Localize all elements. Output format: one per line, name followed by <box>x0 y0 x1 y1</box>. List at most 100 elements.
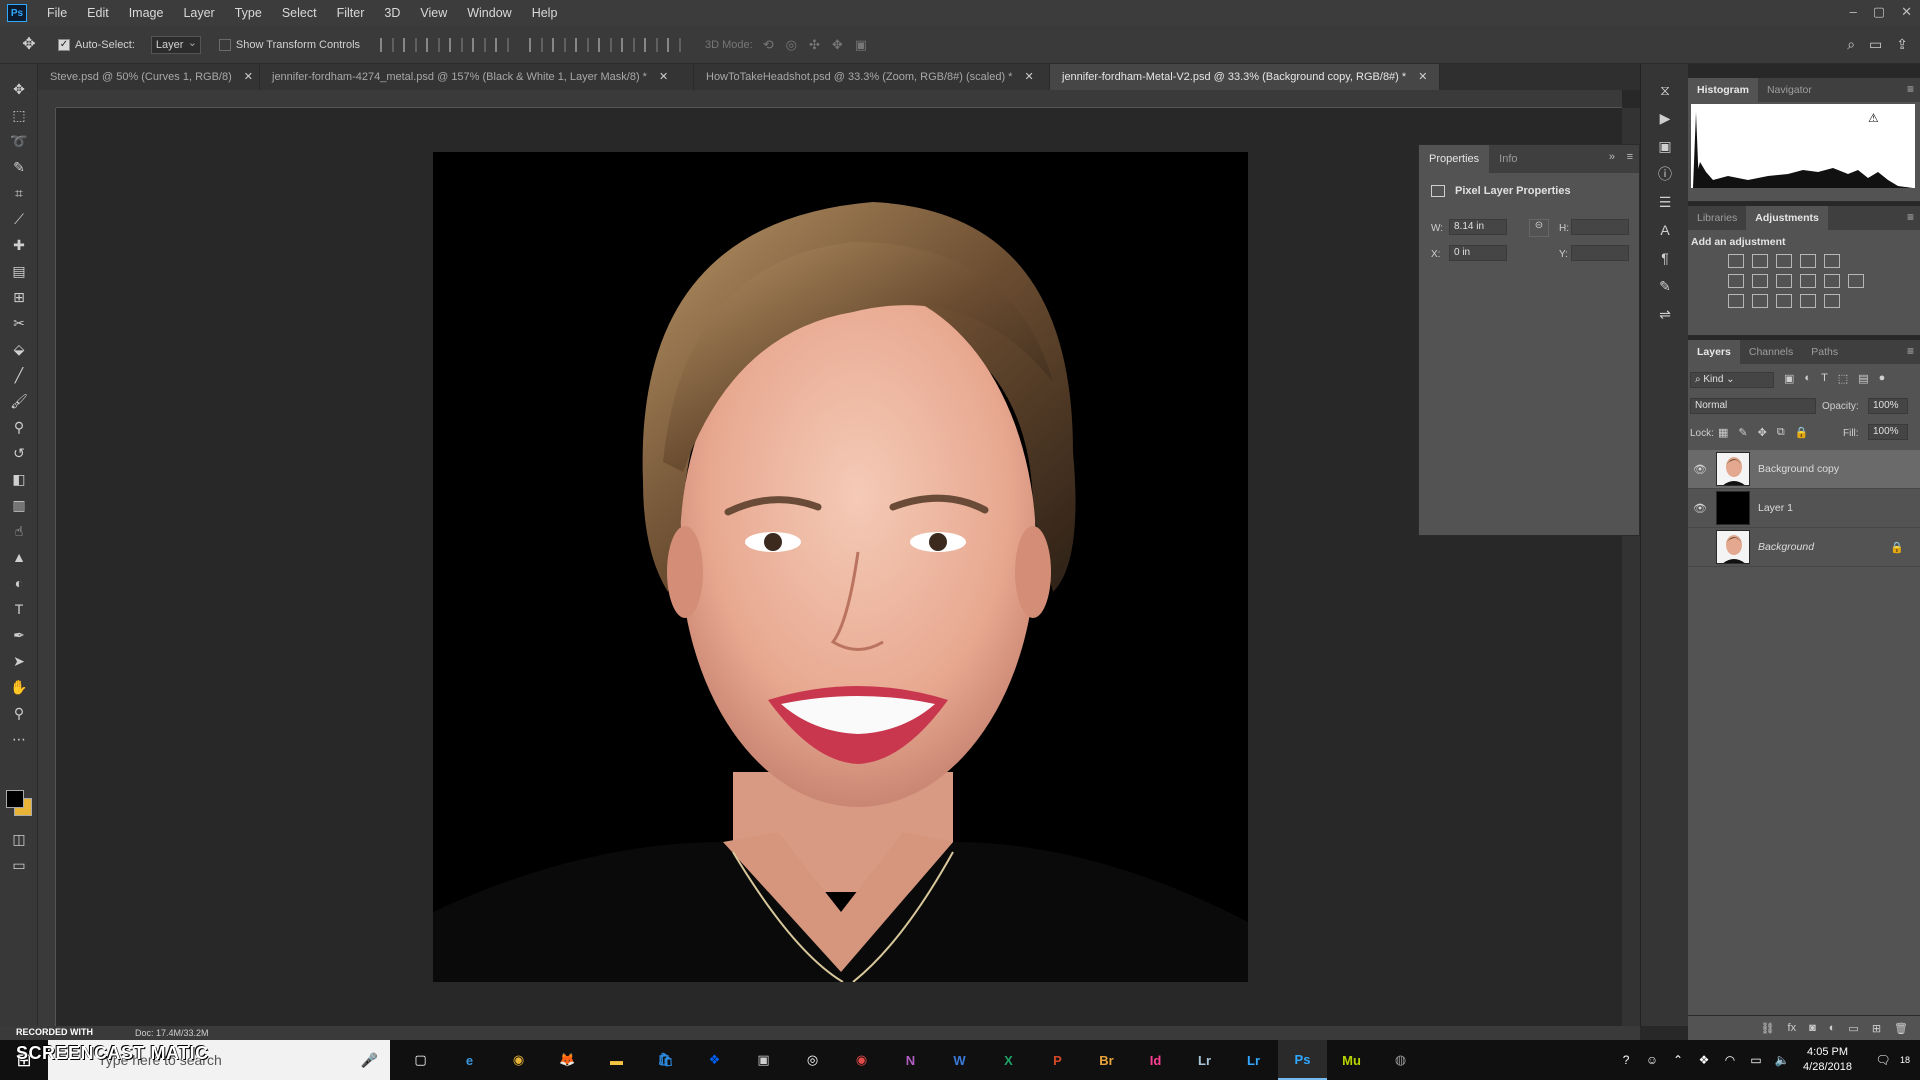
close-tab-icon[interactable]: ✕ <box>244 71 253 83</box>
align-left-icon[interactable] <box>449 37 464 52</box>
tab-jennifer-metal[interactable]: jennifer-fordham-4274_metal.psd @ 157% (… <box>260 64 694 90</box>
slide-3d-icon[interactable]: ✥ <box>832 37 843 53</box>
lightroom-classic-icon[interactable]: Lr <box>1180 1040 1229 1080</box>
quick-mask-icon[interactable]: ◫ <box>0 826 38 852</box>
sharpen-tool-icon[interactable]: ▲ <box>0 544 38 570</box>
curves-icon[interactable] <box>1776 254 1792 268</box>
channel-mixer-icon[interactable] <box>1824 274 1840 288</box>
menu-select[interactable]: Select <box>272 0 327 26</box>
layer-name[interactable]: Layer 1 <box>1758 502 1793 514</box>
powerpoint-icon[interactable]: P <box>1033 1040 1082 1080</box>
menu-file[interactable]: File <box>37 0 77 26</box>
notification-icon[interactable]: 🗨 <box>1866 1053 1900 1067</box>
align-bottom-icon[interactable] <box>426 37 441 52</box>
filter-adjustment-icon[interactable]: ◐ <box>1804 372 1811 385</box>
filter-toggle-icon[interactable]: ● <box>1879 372 1886 385</box>
chevron-up-icon[interactable]: ⌃ <box>1665 1053 1691 1067</box>
align-top-icon[interactable] <box>380 37 395 52</box>
history-icon[interactable]: ⧖ <box>1641 76 1689 104</box>
add-mask-icon[interactable]: ◙ <box>1809 1022 1816 1034</box>
orbit-3d-icon[interactable]: ⟲ <box>763 37 774 53</box>
character-icon[interactable]: A <box>1641 216 1689 244</box>
properties-icon[interactable]: ▣ <box>1641 132 1689 160</box>
x-field[interactable]: 0 in <box>1449 245 1507 261</box>
lock-position-icon[interactable]: ✥ <box>1758 426 1767 439</box>
selective-color-icon[interactable] <box>1800 294 1816 308</box>
microphone-icon[interactable]: 🎤 <box>361 1052 378 1069</box>
brightness-icon[interactable] <box>1728 254 1744 268</box>
layer-filter-kind[interactable]: ⌕ Kind ⌄ <box>1690 372 1774 388</box>
actions-play-icon[interactable]: ▶ <box>1641 104 1689 132</box>
edge-icon[interactable]: e <box>445 1040 494 1080</box>
lightroom-icon[interactable]: Lr <box>1229 1040 1278 1080</box>
clock[interactable]: 4:05 PM 4/28/2018 <box>1803 1045 1852 1075</box>
tab-histogram[interactable]: Histogram <box>1688 78 1758 102</box>
smudge-tool-icon[interactable]: ☝ <box>0 518 38 544</box>
help-icon[interactable]: ? <box>1613 1053 1639 1067</box>
color-lookup-icon[interactable] <box>1848 274 1864 288</box>
foreground-color-swatch[interactable] <box>6 790 24 808</box>
search-icon[interactable]: ⌕ <box>1847 36 1855 53</box>
type-tool-icon[interactable]: T <box>0 596 38 622</box>
lasso-tool-icon[interactable]: ➰ <box>0 128 38 154</box>
close-icon[interactable]: ✕ <box>1901 0 1912 24</box>
posterize-icon[interactable] <box>1752 294 1768 308</box>
hand-tool-icon[interactable]: ✋ <box>0 674 38 700</box>
tab-steve[interactable]: Steve.psd @ 50% (Curves 1, RGB/8) ✕ <box>38 64 260 90</box>
panel-menu-icon[interactable]: ≡ <box>1907 82 1914 96</box>
menu-help[interactable]: Help <box>522 0 568 26</box>
bridge-icon[interactable]: Br <box>1082 1040 1131 1080</box>
align-vcenter-icon[interactable] <box>403 37 418 52</box>
excel-icon[interactable]: X <box>984 1040 1033 1080</box>
dropbox-icon[interactable]: ❖ <box>690 1040 739 1080</box>
workspace-icon[interactable]: ▭ <box>1869 36 1882 53</box>
indesign-icon[interactable]: Id <box>1131 1040 1180 1080</box>
visibility-eye-icon[interactable]: 👁 <box>1688 463 1712 476</box>
filter-smart-icon[interactable]: ▤ <box>1858 372 1868 385</box>
path-select-tool-icon[interactable]: ➤ <box>0 648 38 674</box>
document-canvas[interactable] <box>433 152 1248 982</box>
menu-type[interactable]: Type <box>225 0 272 26</box>
new-group-icon[interactable]: ▭ <box>1848 1022 1858 1035</box>
info-icon[interactable]: ⓘ <box>1641 160 1689 188</box>
minimize-icon[interactable]: – <box>1850 0 1857 24</box>
app-icon[interactable]: ◉ <box>837 1040 886 1080</box>
lock-artboard-icon[interactable]: ⧉ <box>1777 426 1785 439</box>
doc-size-readout[interactable]: Doc: 17.4M/33.2M <box>135 1028 209 1038</box>
layer-row[interactable]: 👁 Background copy <box>1688 450 1920 489</box>
lock-pixels-icon[interactable]: ✎ <box>1738 426 1747 439</box>
menu-3d[interactable]: 3D <box>374 0 410 26</box>
people-icon[interactable]: ☺ <box>1639 1053 1665 1067</box>
pen-tool-icon[interactable]: ✒ <box>0 622 38 648</box>
filter-shape-icon[interactable]: ⬚ <box>1838 372 1848 385</box>
layer-row[interactable]: 👁 Layer 1 <box>1688 489 1920 528</box>
app-icon[interactable]: ◎ <box>788 1040 837 1080</box>
tab-properties[interactable]: Properties <box>1419 145 1490 173</box>
menu-image[interactable]: Image <box>119 0 174 26</box>
height-field[interactable] <box>1571 219 1629 235</box>
lock-all-icon[interactable]: 🔒 <box>1795 426 1809 439</box>
link-layers-icon[interactable]: ⛓ <box>1761 1022 1775 1035</box>
wifi-icon[interactable]: ◠ <box>1717 1053 1743 1067</box>
tab-layers[interactable]: Layers <box>1688 340 1740 364</box>
align-hcenter-icon[interactable] <box>472 37 487 52</box>
more-tools-icon[interactable]: ⋯ <box>0 726 38 752</box>
scissors-icon[interactable]: ✂ <box>0 310 38 336</box>
screen-mode-icon[interactable]: ▭ <box>0 852 38 878</box>
distribute-hcenter-icon[interactable] <box>621 37 636 52</box>
align-right-icon[interactable] <box>495 37 510 52</box>
close-tab-icon[interactable]: ✕ <box>659 71 668 83</box>
file-explorer-icon[interactable]: ▬ <box>592 1040 641 1080</box>
tab-paths[interactable]: Paths <box>1802 340 1847 364</box>
battery-icon[interactable]: ▭ <box>1743 1053 1769 1067</box>
distribute-vcenter-icon[interactable] <box>552 37 567 52</box>
line-tool-icon[interactable]: ╱ <box>0 362 38 388</box>
close-tab-icon[interactable]: ✕ <box>1024 71 1033 83</box>
gradient-map-icon[interactable] <box>1824 294 1840 308</box>
firefox-icon[interactable]: 🦊 <box>543 1040 592 1080</box>
gradient-tool-icon[interactable]: ▥ <box>0 492 38 518</box>
trash-icon[interactable]: 🗑 <box>1894 1022 1908 1035</box>
paragraph-icon[interactable]: ¶ <box>1641 244 1689 272</box>
restore-icon[interactable]: ▢ <box>1873 0 1885 24</box>
menu-filter[interactable]: Filter <box>327 0 375 26</box>
